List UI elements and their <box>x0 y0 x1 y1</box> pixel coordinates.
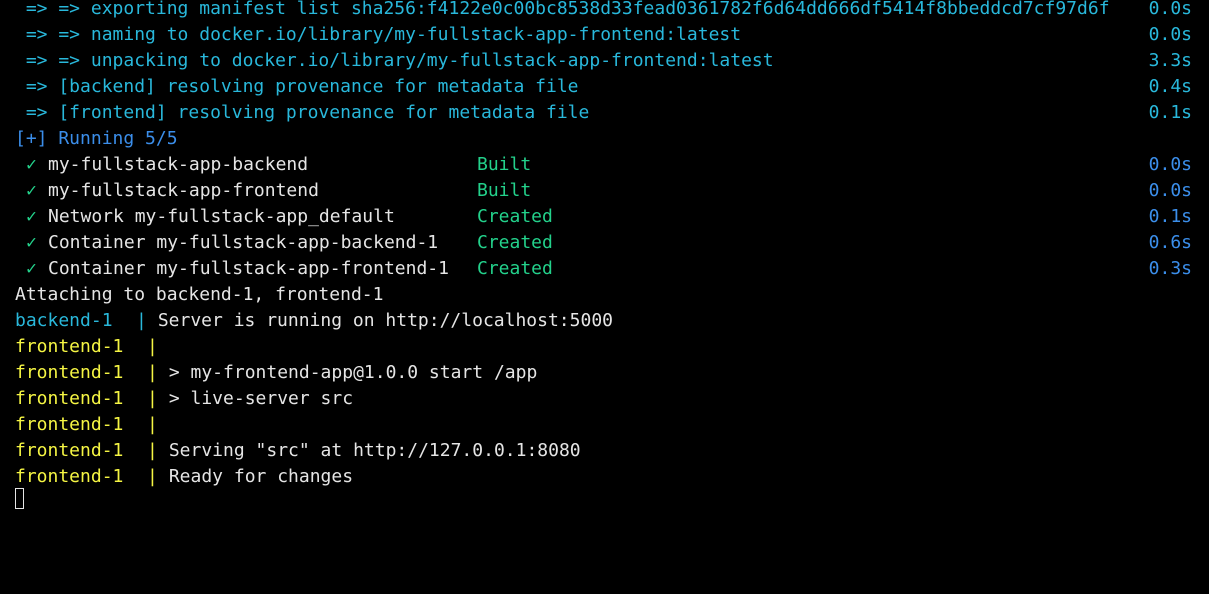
log-prefix: frontend-1 <box>15 388 146 409</box>
service-status: Created <box>477 206 553 227</box>
log-separator: | <box>147 440 158 461</box>
service-name: Container my-fullstack-app-backend-1 <box>48 232 439 253</box>
log-message: > my-frontend-app@1.0.0 start /app <box>158 362 538 383</box>
log-line: frontend-1 | > live-server src <box>0 386 1209 412</box>
attaching-line: Attaching to backend-1, frontend-1 <box>0 282 1209 308</box>
service-duration: 0.6s <box>1148 232 1192 253</box>
attaching-text: Attaching to backend-1, frontend-1 <box>15 284 384 305</box>
service-duration: 0.3s <box>1148 258 1192 279</box>
build-step-line: => => exporting manifest list sha256:f41… <box>0 0 1209 22</box>
log-prefix: frontend-1 <box>15 440 146 461</box>
log-message: Server is running on http://localhost:50… <box>147 310 613 331</box>
log-message: Ready for changes <box>158 466 354 487</box>
log-separator: | <box>147 466 158 487</box>
build-step-text: => => unpacking to docker.io/library/my-… <box>15 50 774 71</box>
build-step-line: => => naming to docker.io/library/my-ful… <box>0 22 1209 48</box>
checkmark-icon: ✓ <box>26 154 37 175</box>
service-row: ✓ my-fullstack-app-backend Built 0.0s <box>0 152 1209 178</box>
log-line: frontend-1 | <box>0 334 1209 360</box>
log-separator: | <box>147 388 158 409</box>
terminal-cursor[interactable] <box>15 488 24 509</box>
build-step-text: => [frontend] resolving provenance for m… <box>15 102 590 123</box>
service-duration: 0.0s <box>1148 154 1192 175</box>
service-row: ✓ Container my-fullstack-app-backend-1 C… <box>0 230 1209 256</box>
log-message: > live-server src <box>158 388 354 409</box>
build-step-text: => [backend] resolving provenance for me… <box>15 76 579 97</box>
log-line: frontend-1 | Ready for changes <box>0 464 1209 490</box>
build-step-line: => [backend] resolving provenance for me… <box>0 74 1209 100</box>
service-duration: 0.0s <box>1148 180 1192 201</box>
checkmark-icon: ✓ <box>26 180 37 201</box>
log-separator: | <box>147 414 158 435</box>
service-row: ✓ Container my-fullstack-app-frontend-1 … <box>0 256 1209 282</box>
service-row: ✓ my-fullstack-app-frontend Built 0.0s <box>0 178 1209 204</box>
build-step-duration: 0.0s <box>1148 24 1192 45</box>
running-header: [+] Running 5/5 <box>15 128 178 149</box>
log-line: frontend-1 | > my-frontend-app@1.0.0 sta… <box>0 360 1209 386</box>
build-step-duration: 0.0s <box>1148 0 1192 19</box>
build-step-duration: 0.4s <box>1148 76 1192 97</box>
checkmark-icon: ✓ <box>26 232 37 253</box>
log-line: backend-1 | Server is running on http://… <box>0 308 1209 334</box>
build-step-duration: 0.1s <box>1148 102 1192 123</box>
terminal-output[interactable]: => => exporting manifest list sha256:f41… <box>0 0 1209 511</box>
service-status: Built <box>477 154 532 175</box>
log-prefix: frontend-1 <box>15 362 146 383</box>
service-name: my-fullstack-app-backend <box>48 154 309 175</box>
service-status: Created <box>477 232 553 253</box>
service-name: Network my-fullstack-app_default <box>48 206 395 227</box>
checkmark-icon: ✓ <box>26 258 37 279</box>
service-name: Container my-fullstack-app-frontend-1 <box>48 258 449 279</box>
log-prefix: frontend-1 <box>15 414 146 435</box>
log-separator: | <box>147 336 158 357</box>
log-prefix: frontend-1 <box>15 466 146 487</box>
log-message: Serving "src" at http://127.0.0.1:8080 <box>158 440 581 461</box>
log-line: frontend-1 | <box>0 412 1209 438</box>
service-status: Built <box>477 180 532 201</box>
service-row: ✓ Network my-fullstack-app_default Creat… <box>0 204 1209 230</box>
log-prefix: backend-1 <box>15 310 135 331</box>
build-step-text: => => naming to docker.io/library/my-ful… <box>15 24 742 45</box>
service-status: Created <box>477 258 553 279</box>
log-line: frontend-1 | Serving "src" at http://127… <box>0 438 1209 464</box>
build-step-duration: 3.3s <box>1148 50 1192 71</box>
service-name: my-fullstack-app-frontend <box>48 180 319 201</box>
build-step-line: => => unpacking to docker.io/library/my-… <box>0 48 1209 74</box>
service-duration: 0.1s <box>1148 206 1192 227</box>
running-header-line: [+] Running 5/5 <box>0 126 1209 152</box>
checkmark-icon: ✓ <box>26 206 37 227</box>
log-prefix: frontend-1 <box>15 336 146 357</box>
log-separator: | <box>147 362 158 383</box>
build-step-line: => [frontend] resolving provenance for m… <box>0 100 1209 126</box>
log-separator: | <box>136 310 147 331</box>
build-step-text: => => exporting manifest list sha256:f41… <box>15 0 1110 19</box>
